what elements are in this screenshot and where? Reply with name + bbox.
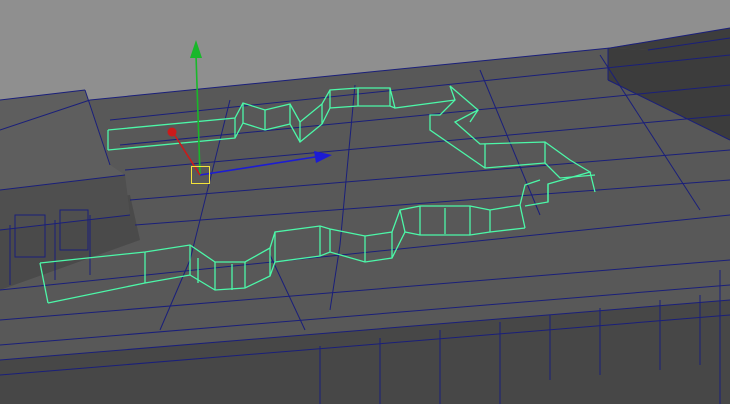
z-axis-handle[interactable] (167, 127, 177, 137)
scene-canvas[interactable] (0, 0, 730, 404)
manipulator-center-handle[interactable] (191, 166, 210, 184)
3d-viewport[interactable] (0, 0, 730, 404)
